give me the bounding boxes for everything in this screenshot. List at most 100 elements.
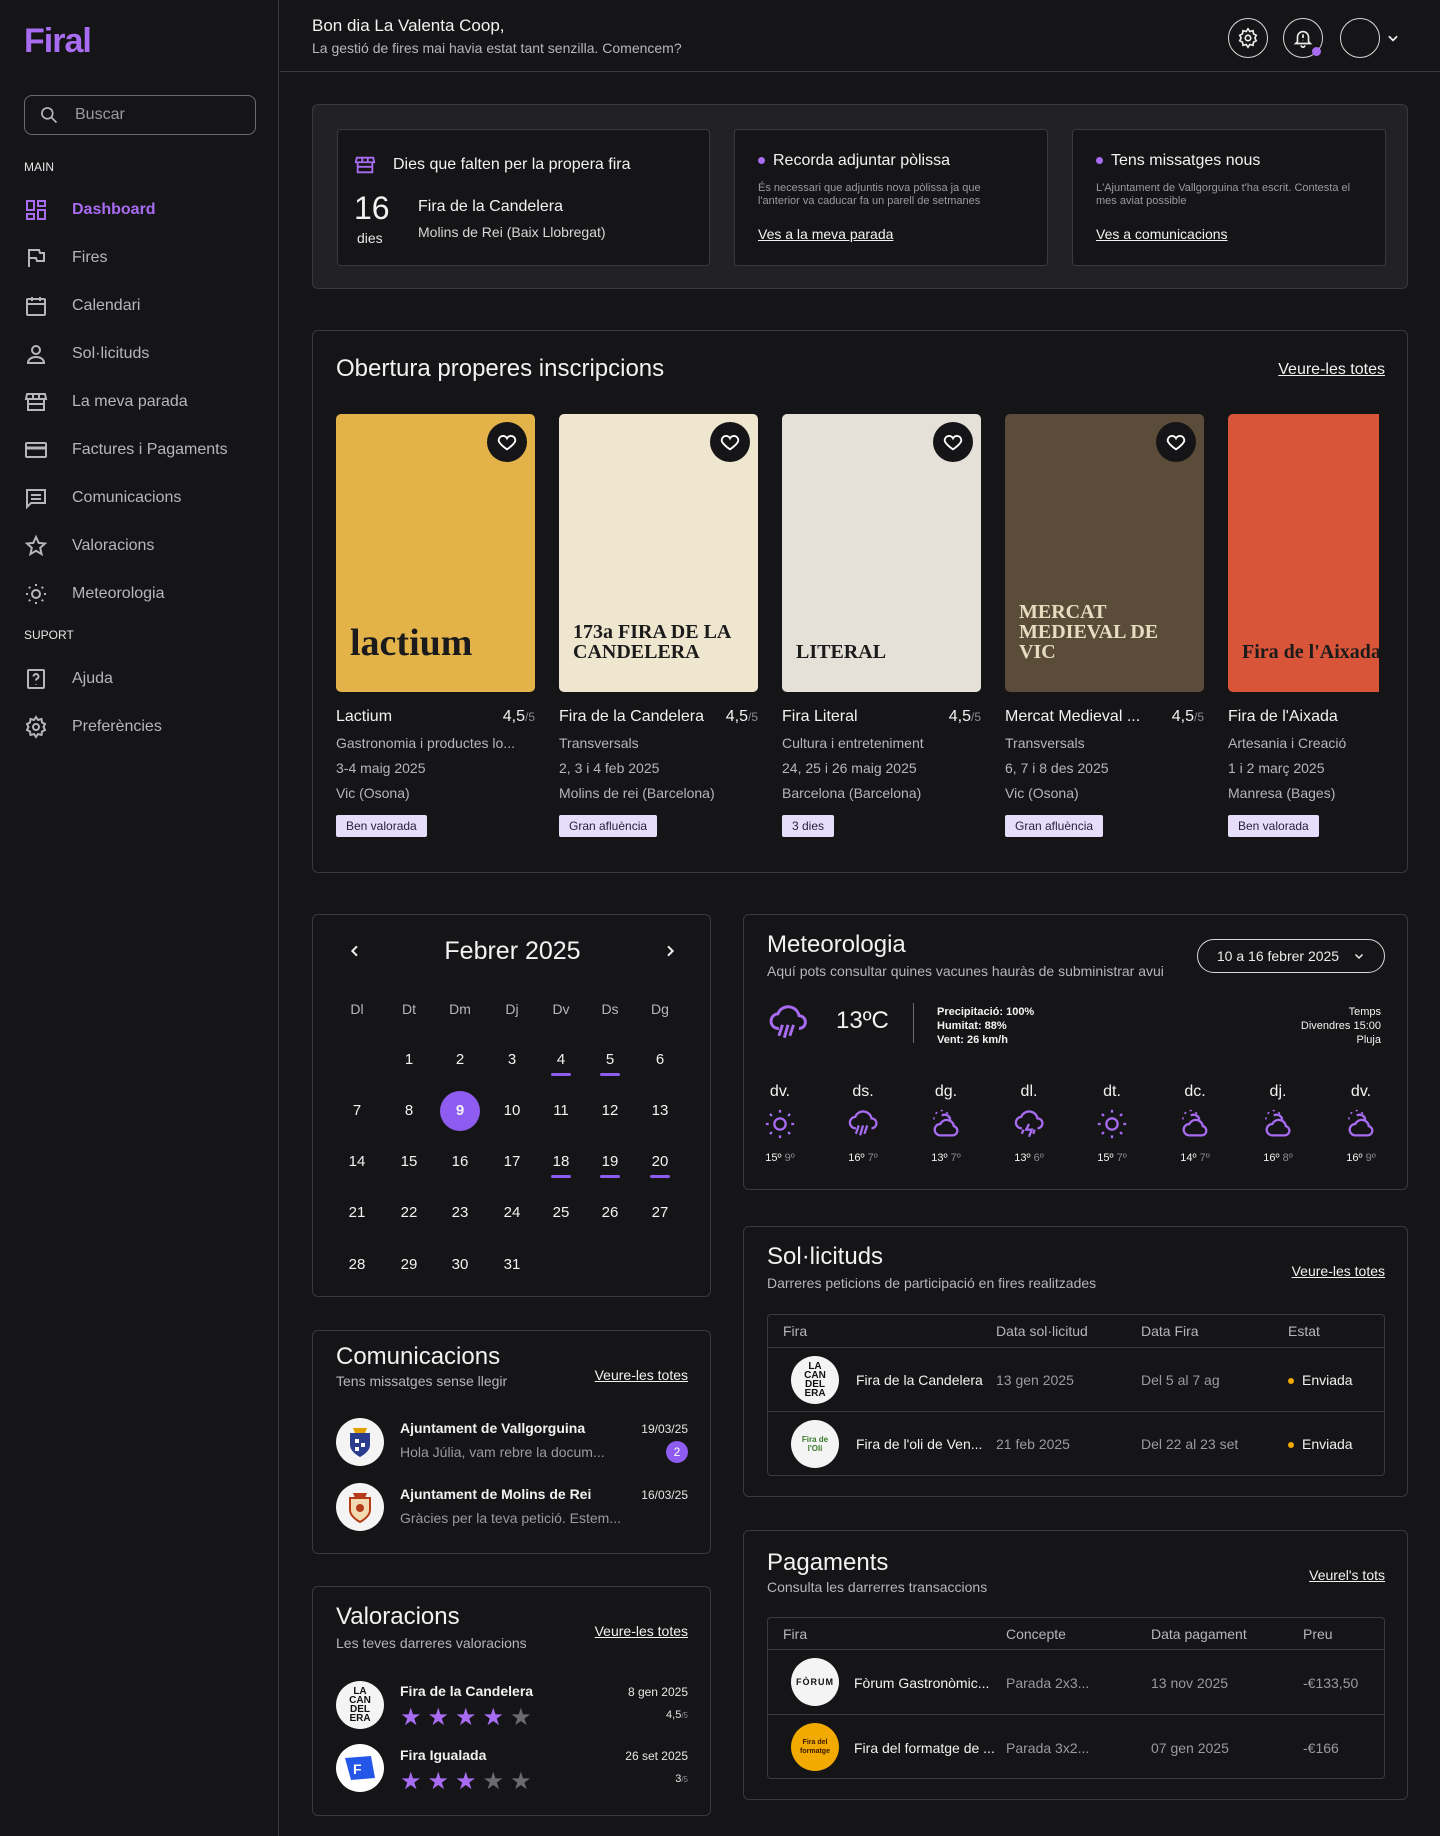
calendar-day[interactable]: 15 [383, 1153, 435, 1170]
app-logo[interactable]: Firal [24, 22, 92, 61]
fair-card[interactable]: Fira de l'Aixada Fira de l'Aixada Artesani… [1228, 414, 1379, 837]
calendar-day[interactable]: 27 [634, 1204, 686, 1221]
messages-link[interactable]: Ves a comunicacions [1096, 226, 1228, 242]
calendar-day[interactable]: 20 [634, 1153, 686, 1170]
sidebar-item-sollicituds[interactable]: Sol·licituds [24, 339, 149, 369]
current-temperature: 13ºC [836, 1007, 889, 1034]
status-badge: Enviada [1288, 1436, 1353, 1452]
notifications-button[interactable] [1283, 18, 1323, 58]
message-preview[interactable]: Gràcies per la teva petició. Estem... [400, 1510, 621, 1526]
chevron-down-icon[interactable] [1386, 31, 1400, 45]
message-sender[interactable]: Ajuntament de Molins de Rei [400, 1486, 591, 1502]
calendar-day[interactable]: 12 [584, 1102, 636, 1119]
fair-poster[interactable]: lactium [336, 414, 535, 692]
dashboard-icon [26, 200, 46, 220]
avatar[interactable] [1340, 18, 1380, 58]
calendar-day[interactable]: 26 [584, 1204, 636, 1221]
forecast-day[interactable]: dl. 13º 6º [999, 1083, 1059, 1164]
fair-poster[interactable]: MERCAT MEDIEVAL DE VIC [1005, 414, 1204, 692]
table-row[interactable]: LA CAN DEL ERA Fira de la Candelera 13 g… [768, 1348, 1384, 1412]
calendar-day[interactable]: 31 [486, 1256, 538, 1273]
rating-fair-name[interactable]: Fira Igualada [400, 1747, 486, 1763]
inscriptions-see-all-link[interactable]: Veure-les totes [1278, 361, 1385, 379]
fair-name: Fira Literal [782, 708, 858, 725]
calendar-day[interactable]: 30 [434, 1256, 486, 1273]
calendar-day[interactable]: 23 [434, 1204, 486, 1221]
policy-link[interactable]: Ves a la meva parada [758, 226, 893, 242]
requests-see-all-link[interactable]: Veure-les totes [1292, 1263, 1385, 1279]
favorite-button[interactable] [1156, 422, 1196, 462]
status-dot [1096, 157, 1103, 165]
calendar-day[interactable]: 1 [383, 1051, 435, 1068]
forecast-day[interactable]: dj. 16º 8º [1248, 1083, 1308, 1164]
calendar-day[interactable]: 11 [535, 1102, 587, 1119]
forecast-day[interactable]: dv. 16º 9º [1331, 1083, 1391, 1164]
communications-see-all-link[interactable]: Veure-les totes [595, 1367, 688, 1383]
sidebar-item-calendari[interactable]: Calendari [24, 291, 140, 321]
calendar-day[interactable]: 28 [331, 1256, 383, 1273]
fair-card[interactable]: LITERAL Fira Literal 4,5/5 Cultura i entret… [782, 414, 981, 837]
calendar-day[interactable]: 6 [634, 1051, 686, 1068]
calendar-day[interactable]: 2 [434, 1051, 486, 1068]
forecast-day[interactable]: dt. 15º 7º [1082, 1083, 1142, 1164]
sidebar-item-factures[interactable]: Factures i Pagaments [24, 435, 228, 465]
table-row[interactable]: FÒRUM Fòrum Gastronòmic... Parada 2x3...… [768, 1650, 1384, 1715]
status-badge: Enviada [1288, 1372, 1353, 1388]
sidebar-item-meteorologia[interactable]: Meteorologia [24, 579, 165, 609]
sidebar-item-preferencies[interactable]: Preferències [24, 712, 162, 742]
fair-card[interactable]: lactium Lactium 4,5/5 Gastronomia i product… [336, 414, 535, 837]
favorite-button[interactable] [487, 422, 527, 462]
table-row[interactable]: Fira del formatge Fira del formatge de .… [768, 1715, 1384, 1780]
calendar-day[interactable]: 17 [486, 1153, 538, 1170]
sidebar-item-label: La meva parada [72, 393, 188, 410]
calendar-day[interactable]: 22 [383, 1204, 435, 1221]
fair-card[interactable]: MERCAT MEDIEVAL DE VIC Mercat Medieval ..… [1005, 414, 1204, 837]
calendar-day[interactable]: 4 [535, 1051, 587, 1068]
forecast-day[interactable]: dg. 13º 7º [916, 1083, 976, 1164]
sidebar-item-dashboard[interactable]: Dashboard [24, 195, 156, 225]
favorite-button[interactable] [710, 422, 750, 462]
poster-title: 173a FIRA DE LA CANDELERA [573, 621, 731, 663]
sidebar-item-valoracions[interactable]: Valoracions [24, 531, 154, 561]
calendar-day[interactable]: 3 [486, 1051, 538, 1068]
fair-card[interactable]: 173a FIRA DE LA CANDELERA Fira de la Cand… [559, 414, 758, 837]
calendar-day[interactable]: 19 [584, 1153, 636, 1170]
favorite-button[interactable] [933, 422, 973, 462]
calendar-day[interactable]: 9 [434, 1102, 486, 1119]
fair-poster[interactable]: Fira de l'Aixada [1228, 414, 1379, 692]
calendar-day[interactable]: 25 [535, 1204, 587, 1221]
calendar-day[interactable]: 7 [331, 1102, 383, 1119]
sidebar-item-comunicacions[interactable]: Comunicacions [24, 483, 181, 513]
payment-price: -€133,50 [1303, 1675, 1359, 1691]
calendar-day[interactable]: 21 [331, 1204, 383, 1221]
ratings-see-all-link[interactable]: Veure-les totes [595, 1623, 688, 1639]
settings-button[interactable] [1228, 18, 1268, 58]
rating-date: 26 set 2025 [625, 1749, 688, 1763]
search-input[interactable]: Buscar [24, 95, 256, 135]
message-preview[interactable]: Hola Júlia, vam rebre la docum... [400, 1444, 605, 1460]
fair-category: Cultura i entreteniment [782, 735, 924, 751]
chevron-right-icon[interactable] [662, 943, 678, 959]
calendar-day[interactable]: 5 [584, 1051, 636, 1068]
forecast-day[interactable]: dv. 15º 9º [750, 1083, 810, 1164]
calendar-day[interactable]: 8 [383, 1102, 435, 1119]
date-range-select[interactable]: 10 a 16 febrer 2025 [1197, 939, 1385, 973]
calendar-day[interactable]: 18 [535, 1153, 587, 1170]
sidebar-item-ajuda[interactable]: Ajuda [24, 664, 113, 694]
calendar-day[interactable]: 16 [434, 1153, 486, 1170]
payments-see-all-link[interactable]: Veurel's tots [1309, 1567, 1385, 1583]
sidebar-item-la-meva-parada[interactable]: La meva parada [24, 387, 188, 417]
calendar-day[interactable]: 14 [331, 1153, 383, 1170]
rating-fair-name[interactable]: Fira de la Candelera [400, 1683, 533, 1699]
table-row[interactable]: Fira de l'Oli Fira de l'oli de Ven... 21… [768, 1412, 1384, 1476]
calendar-day[interactable]: 13 [634, 1102, 686, 1119]
fair-poster[interactable]: LITERAL [782, 414, 981, 692]
message-sender[interactable]: Ajuntament de Vallgorguina [400, 1420, 585, 1436]
calendar-day[interactable]: 24 [486, 1204, 538, 1221]
forecast-day[interactable]: dc. 14º 7º [1165, 1083, 1225, 1164]
calendar-day[interactable]: 29 [383, 1256, 435, 1273]
forecast-day[interactable]: ds. 16º 7º [833, 1083, 893, 1164]
fair-poster[interactable]: 173a FIRA DE LA CANDELERA [559, 414, 758, 692]
calendar-day[interactable]: 10 [486, 1102, 538, 1119]
sidebar-item-fires[interactable]: Fires [24, 243, 108, 273]
